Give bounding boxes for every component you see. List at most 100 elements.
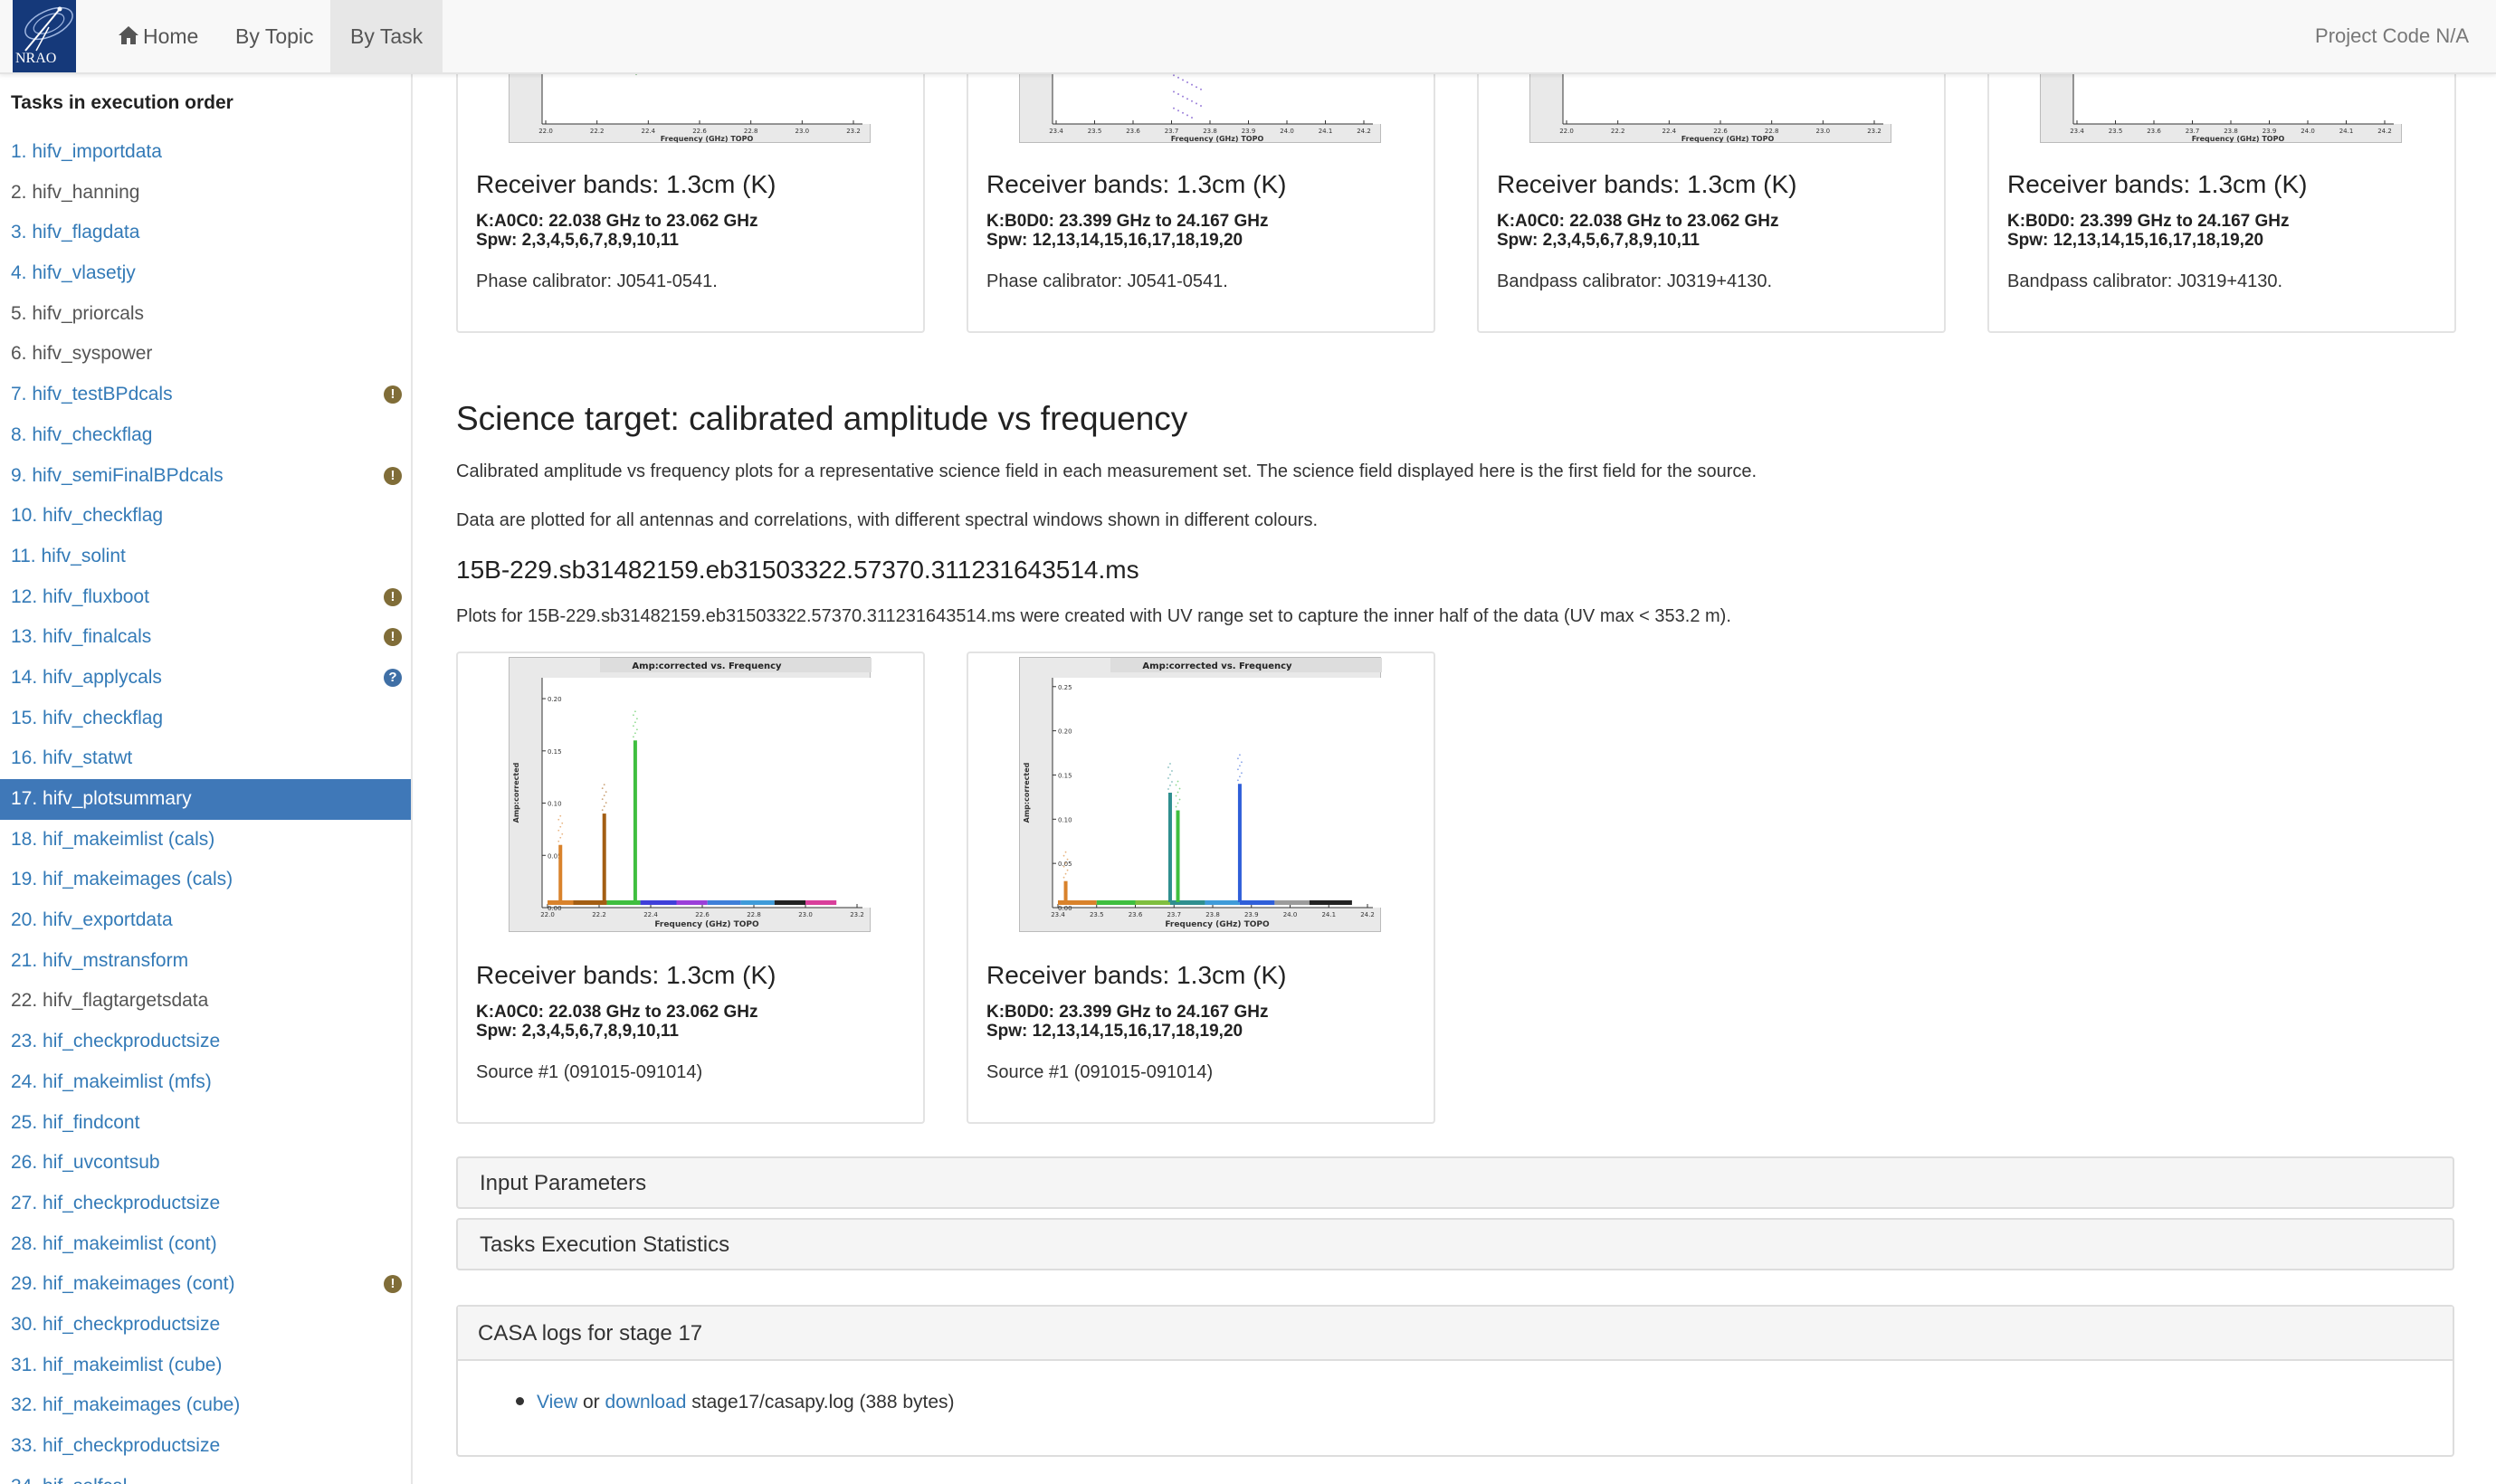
- calibrator-plot-card: 23.4 23.5 23.6 23.7 23.8 23.9 24.0 24.1 24.2 Freq…: [1987, 74, 2456, 333]
- x-tick-label: 24.2: [2377, 128, 2392, 135]
- sidebar-task-item[interactable]: 24. hif_makeimlist (mfs): [0, 1062, 411, 1103]
- outlier-point: [559, 814, 562, 817]
- outlier-point: [1062, 854, 1065, 857]
- sidebar-task-label: 27. hif_checkproductsize: [11, 1192, 221, 1213]
- receiver-band-title: Receiver bands: 1.3cm (K): [1497, 170, 1797, 198]
- sidebar-task-item[interactable]: 11. hifv_solint: [0, 537, 411, 577]
- sidebar-task-item[interactable]: 3. hifv_flagdata: [0, 213, 411, 253]
- view-log-link[interactable]: View: [537, 1392, 577, 1413]
- nav-by-task-link[interactable]: By Task: [330, 0, 443, 72]
- plot-point: [1173, 90, 1175, 93]
- outlier-point: [1167, 788, 1169, 790]
- calibrator-plot-thumbnail[interactable]: 23.4 23.5 23.6 23.7 23.8 23.9 24.0 24.1 24.2 Freq…: [2040, 74, 2403, 143]
- question-badge-icon[interactable]: ?: [384, 668, 402, 687]
- nrao-logo[interactable]: NRAO: [13, 0, 76, 72]
- sidebar-task-item[interactable]: 21. hifv_mstransform: [0, 941, 411, 982]
- outlier-point: [633, 736, 634, 738]
- sidebar-task-label: 7. hifv_testBPdcals: [11, 384, 173, 405]
- sidebar-task-item[interactable]: 28. hif_makeimlist (cont): [0, 1224, 411, 1265]
- x-tick-label: 22.0: [538, 128, 553, 135]
- spw-band: [805, 900, 837, 905]
- x-tick-label: 23.8: [1203, 128, 1217, 135]
- sidebar-task-item[interactable]: 15. hifv_checkflag: [0, 699, 411, 739]
- sidebar-task-item[interactable]: 2. hifv_hanning: [0, 173, 411, 214]
- sidebar-task-label: 26. hif_uvcontsub: [11, 1152, 160, 1174]
- sidebar-task-item[interactable]: 20. hifv_exportdata: [0, 900, 411, 941]
- plot-point: [1173, 107, 1175, 109]
- log-file-name: stage17/casapy.log (388 bytes): [691, 1392, 955, 1413]
- plot-point: [1200, 105, 1202, 107]
- sidebar-task-item[interactable]: 30. hif_checkproductsize: [0, 1305, 411, 1346]
- sidebar-task-item[interactable]: 29. hif_makeimages (cont)!: [0, 1264, 411, 1305]
- warning-badge-icon[interactable]: !: [384, 587, 402, 606]
- x-tick-label: 22.8: [744, 128, 758, 135]
- sidebar-task-item[interactable]: 4. hifv_vlasetjy: [0, 253, 411, 294]
- warning-badge-icon[interactable]: !: [384, 385, 402, 404]
- sidebar-task-item[interactable]: 16. hifv_statwt: [0, 738, 411, 779]
- sidebar-task-item[interactable]: 13. hifv_finalcals!: [0, 617, 411, 658]
- download-log-link[interactable]: download: [605, 1392, 687, 1413]
- sidebar-task-item[interactable]: 8. hifv_checkflag: [0, 415, 411, 456]
- project-code: Project Code N/A: [2315, 24, 2469, 47]
- warning-badge-icon[interactable]: !: [384, 466, 402, 485]
- sidebar-task-item[interactable]: 7. hifv_testBPdcals!: [0, 375, 411, 415]
- calibrator-name: Bandpass calibrator: J0319+4130.: [2007, 271, 2283, 291]
- sidebar-title: Tasks in execution order: [11, 92, 233, 113]
- outlier-point: [559, 825, 562, 828]
- sidebar-task-item[interactable]: 32. hif_makeimages (cube): [0, 1385, 411, 1426]
- sidebar-task-item[interactable]: 23. hif_checkproductsize: [0, 1022, 411, 1062]
- x-tick-label: 22.2: [592, 911, 606, 918]
- sidebar-task-item[interactable]: 9. hifv_semiFinalBPdcals!: [0, 456, 411, 497]
- sidebar-task-item[interactable]: 26. hif_uvcontsub: [0, 1143, 411, 1184]
- outlier-point: [1064, 872, 1067, 875]
- sidebar-task-item[interactable]: 25. hif_findcont: [0, 1103, 411, 1144]
- sidebar-task-item[interactable]: 12. hifv_fluxboot!: [0, 577, 411, 618]
- execution-statistics-panel[interactable]: Tasks Execution Statistics: [456, 1218, 2454, 1270]
- outlier-point: [603, 794, 605, 796]
- y-axis-label: Amp:corrected: [1023, 762, 1031, 823]
- logo-text: NRAO: [15, 51, 57, 66]
- x-tick-label: 24.1: [1321, 911, 1336, 918]
- outlier-point: [601, 809, 604, 811]
- sidebar-task-item[interactable]: 34. hif_selfcal: [0, 1467, 411, 1484]
- sidebar-task-item[interactable]: 6. hifv_syspower: [0, 334, 411, 375]
- y-axis-label: Amp:corrected: [512, 762, 520, 823]
- x-tick-label: 22.2: [1611, 128, 1625, 135]
- outlier-point: [603, 805, 605, 807]
- plot-point: [1177, 93, 1179, 95]
- calibrator-plot: 22.0 22.2 22.4 22.6 22.8 23.0 23.2 Frequency (G…: [1559, 74, 1892, 143]
- sidebar-task-item[interactable]: 27. hif_checkproductsize: [0, 1184, 411, 1224]
- sidebar-task-label: 20. hifv_exportdata: [11, 909, 173, 931]
- nav-home-link[interactable]: Home: [98, 0, 218, 72]
- warning-badge-icon[interactable]: !: [384, 1275, 402, 1294]
- sidebar-task-item[interactable]: 17. hifv_plotsummary: [0, 779, 411, 820]
- outlier-point: [634, 721, 636, 724]
- spw-band: [1096, 900, 1136, 905]
- science-plot-thumbnail[interactable]: Amp:corrected vs. Frequency 0.00 0.05 0.10 0…: [1019, 657, 1382, 932]
- plot-area: [1563, 74, 1892, 124]
- calibrator-plot-thumbnail[interactable]: 22.0 22.2 22.4 22.6 22.8 23.0 23.2 Frequency (G…: [1529, 74, 1892, 143]
- x-tick-label: 23.6: [1129, 911, 1143, 918]
- sidebar-task-item[interactable]: 18. hif_makeimlist (cals): [0, 820, 411, 861]
- sidebar-task-item[interactable]: 22. hifv_flagtargetsdata: [0, 981, 411, 1022]
- warning-badge-icon[interactable]: !: [384, 628, 402, 647]
- sidebar-task-item[interactable]: 10. hifv_checkflag: [0, 496, 411, 537]
- outlier-point: [1169, 785, 1171, 786]
- outlier-point: [557, 829, 560, 832]
- calibrator-plot-thumbnail[interactable]: 22.0 22.2 22.4 22.6 22.8 23.0 23.2 Frequency (G…: [509, 74, 872, 143]
- sidebar-task-item[interactable]: 5. hifv_priorcals: [0, 294, 411, 335]
- x-tick-label: 22.0: [1559, 128, 1574, 135]
- input-parameters-panel[interactable]: Input Parameters: [456, 1156, 2454, 1209]
- y-tick-label: 0.05: [1058, 861, 1072, 868]
- sidebar-task-label: 25. hif_findcont: [11, 1111, 140, 1133]
- sidebar-task-item[interactable]: 31. hif_makeimlist (cube): [0, 1346, 411, 1386]
- sidebar-task-item[interactable]: 14. hifv_applycals?: [0, 658, 411, 699]
- nav-by-topic-link[interactable]: By Topic: [215, 0, 334, 72]
- science-plot-thumbnail[interactable]: Amp:corrected vs. Frequency 0.00 0.05 0.10 0…: [509, 657, 872, 932]
- calibrator-plot-thumbnail[interactable]: 23.4 23.5 23.6 23.7 23.8 23.9 24.0 24.1 24.2 Freq…: [1019, 74, 1382, 143]
- sidebar-task-item[interactable]: 1. hifv_importdata: [0, 132, 411, 173]
- sidebar-task-label: 11. hifv_solint: [11, 545, 126, 566]
- sidebar-task-item[interactable]: 19. hif_makeimages (cals): [0, 860, 411, 900]
- sidebar-task-item[interactable]: 33. hif_checkproductsize: [0, 1426, 411, 1467]
- sidebar-task-label: 29. hif_makeimages (cont): [11, 1273, 235, 1295]
